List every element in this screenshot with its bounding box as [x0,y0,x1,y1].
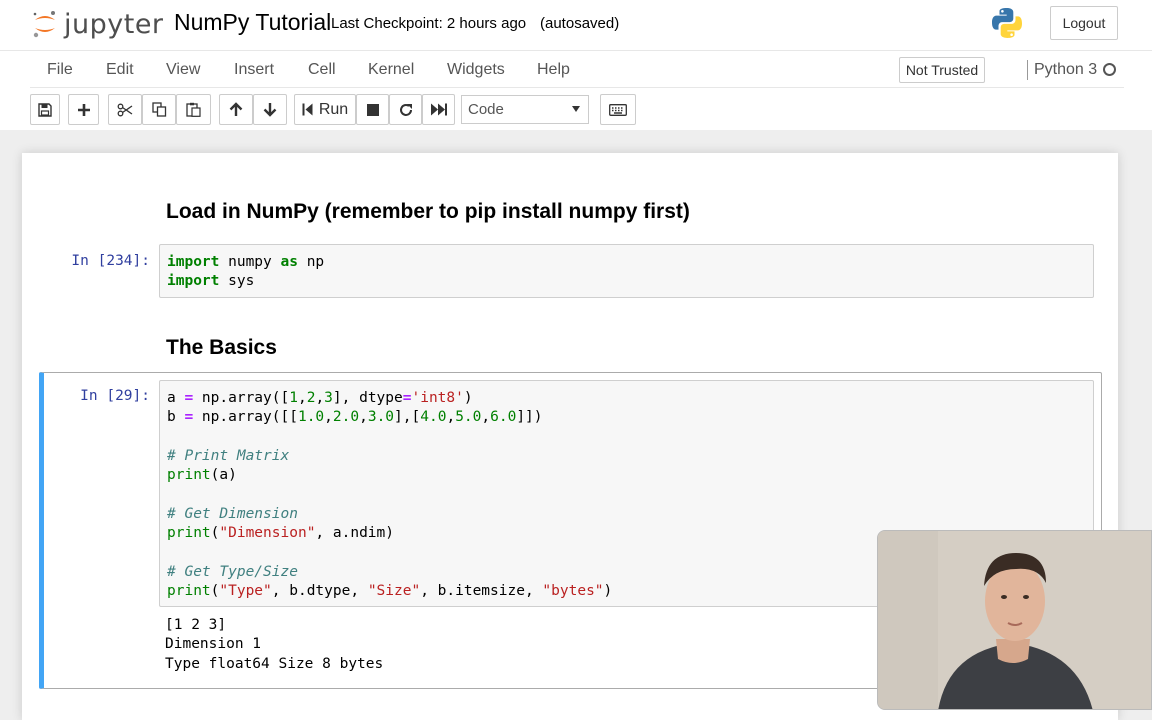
code-line: # Print Matrix [167,448,290,464]
header: jupyter NumPy Tutorial Last Checkpoint: … [0,0,1152,130]
copy-button[interactable] [142,94,176,125]
code-line: # Get Dimension [167,506,298,522]
code-line: import numpy as np [167,254,325,270]
output-line: [1 2 3] [165,617,227,633]
insert-cell-button[interactable] [68,94,99,125]
trust-status-button[interactable]: Not Trusted [899,57,985,83]
stop-icon [366,103,379,116]
checkpoint-status: Last Checkpoint: 2 hours ago [331,15,527,32]
webcam-overlay [877,530,1152,710]
menu-widgets[interactable]: Widgets [447,61,505,79]
markdown-heading[interactable]: The Basics [166,336,277,360]
arrow-down-icon [263,103,277,117]
cell-type-select[interactable]: Code [461,95,589,124]
restart-icon [399,103,412,116]
menu-help[interactable]: Help [537,61,570,79]
jupyter-logo-icon [32,10,58,38]
scissors-icon [117,103,133,116]
code-line: print(a) [167,467,237,483]
presenter-video [878,531,1151,709]
python-logo-icon [990,6,1024,40]
jupyter-logo[interactable]: jupyter [32,8,164,40]
menu-cell[interactable]: Cell [308,61,336,79]
run-label: Run [318,100,349,118]
kernel-name[interactable]: Python 3 [1034,61,1097,79]
code-line: b = np.array([[1.0,2.0,3.0],[4.0,5.0,6.0… [167,409,543,425]
menu-file[interactable]: File [47,61,73,79]
menu-edit[interactable]: Edit [106,61,134,79]
copy-icon [151,102,166,117]
menu-kernel[interactable]: Kernel [368,61,414,79]
run-button[interactable]: Run [294,94,356,125]
notebook-title[interactable]: NumPy Tutorial [174,9,331,36]
keyboard-icon [609,103,627,116]
code-line: print("Dimension", a.ndim) [167,525,394,541]
input-prompt: In [234]: [71,253,150,269]
output-line: Type float64 Size 8 bytes [165,656,384,672]
markdown-heading[interactable]: Load in NumPy (remember to pip install n… [166,200,690,224]
cell-type-value: Code [468,101,504,118]
menu-insert[interactable]: Insert [234,61,274,79]
logout-button[interactable]: Logout [1050,6,1118,40]
step-forward-icon [302,103,313,116]
save-button[interactable] [30,94,60,125]
cut-button[interactable] [108,94,142,125]
interrupt-button[interactable] [356,94,389,125]
menu-view[interactable]: View [166,61,200,79]
code-line: print("Type", b.dtype, "Size", b.itemsiz… [167,583,613,599]
restart-run-all-button[interactable] [422,94,455,125]
menubar: File Edit View Insert Cell Kernel Widget… [30,50,1124,88]
chevron-down-icon [572,106,580,112]
paste-icon [186,102,201,117]
code-line: # Get Type/Size [167,564,298,580]
input-prompt: In [29]: [80,388,150,404]
arrow-up-icon [229,102,243,116]
move-up-button[interactable] [219,94,253,125]
code-cell-editor[interactable]: import numpy as np import sys [159,244,1094,298]
move-down-button[interactable] [253,94,287,125]
code-line: a = np.array([1,2,3], dtype='int8') [167,390,473,406]
autosave-status: (autosaved) [540,15,620,32]
kernel-idle-icon [1103,63,1116,76]
plus-icon [77,103,90,116]
command-palette-button[interactable] [600,94,636,125]
code-line: import sys [167,273,255,289]
fast-forward-icon [430,103,447,116]
restart-button[interactable] [389,94,422,125]
kernel-divider [1027,60,1028,80]
output-line: Dimension 1 [165,636,262,652]
paste-button[interactable] [176,94,211,125]
save-icon [38,102,52,117]
logo-text: jupyter [64,8,164,40]
